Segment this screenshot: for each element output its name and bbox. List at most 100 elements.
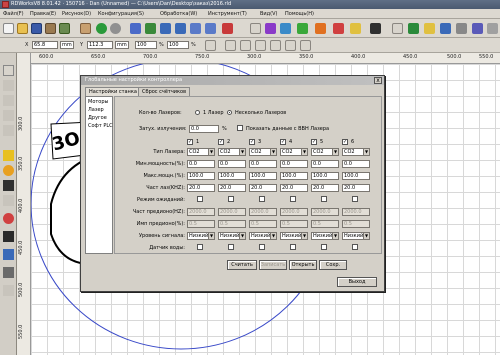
- align-top-icon[interactable]: [270, 40, 281, 51]
- standby-checkbox[interactable]: [228, 196, 234, 202]
- array-icon[interactable]: [456, 23, 467, 34]
- single-laser-radio[interactable]: [195, 110, 200, 115]
- nav-item-soft-plc[interactable]: Софт PLC: [88, 123, 113, 129]
- save-icon[interactable]: [31, 23, 42, 34]
- laser-freq-input[interactable]: 20.0: [187, 184, 215, 192]
- open-button[interactable]: Открыть: [289, 260, 317, 270]
- max-power-input[interactable]: 100.0: [342, 172, 370, 180]
- new-file-icon[interactable]: [3, 23, 14, 34]
- rectangle-icon[interactable]: [3, 150, 14, 161]
- menu-edit[interactable]: Правка(E): [30, 11, 56, 17]
- water-sensor-checkbox[interactable]: [290, 244, 296, 250]
- redo-icon[interactable]: [110, 23, 121, 34]
- signal-level-select[interactable]: Низкий ▼: [280, 232, 308, 240]
- mirror-icon[interactable]: [3, 249, 14, 260]
- save-button[interactable]: Сохр.: [319, 260, 347, 270]
- multi-laser-radio[interactable]: [227, 110, 232, 115]
- menu-draw[interactable]: Рисунок(D): [62, 11, 91, 17]
- water-sensor-checkbox[interactable]: [259, 244, 265, 250]
- dialog-close-button[interactable]: x: [374, 77, 382, 84]
- standby-checkbox[interactable]: [352, 196, 358, 202]
- weld-icon[interactable]: [424, 23, 435, 34]
- zoom-fit-icon[interactable]: [190, 23, 201, 34]
- menu-help[interactable]: Помощь(H): [285, 11, 314, 17]
- machine-icon[interactable]: [408, 23, 419, 34]
- undo-icon[interactable]: [96, 23, 107, 34]
- menu-config[interactable]: Конфигурация(S): [98, 11, 144, 17]
- laser-6-checkbox[interactable]: ✓: [342, 139, 348, 145]
- align-right-icon[interactable]: [255, 40, 266, 51]
- laser-freq-input[interactable]: 20.0: [311, 184, 339, 192]
- flash-icon[interactable]: [350, 23, 361, 34]
- pointer-icon[interactable]: [3, 65, 14, 76]
- min-power-input[interactable]: 0.0: [218, 160, 246, 168]
- sim-icon[interactable]: [280, 23, 291, 34]
- scale-x-input[interactable]: 100: [135, 41, 157, 49]
- menu-view[interactable]: Вид(V): [260, 11, 277, 17]
- stop-icon[interactable]: [222, 23, 233, 34]
- menu-process[interactable]: Обработка(W): [160, 11, 197, 17]
- laser-type-select[interactable]: CO2 ▼: [280, 148, 308, 156]
- delete-icon[interactable]: [3, 231, 14, 242]
- align-center-icon[interactable]: [240, 40, 251, 51]
- export-icon[interactable]: [59, 23, 70, 34]
- nav-item-other[interactable]: Другое: [88, 115, 107, 121]
- zoom-in-icon[interactable]: [160, 23, 171, 34]
- array-tool-icon[interactable]: [3, 285, 14, 296]
- tab-machine-settings[interactable]: Настройки станка: [85, 87, 141, 96]
- laser-2-checkbox[interactable]: ✓: [218, 139, 224, 145]
- frame-icon[interactable]: [250, 23, 261, 34]
- align-bottom-icon[interactable]: [285, 40, 296, 51]
- max-power-input[interactable]: 100.0: [249, 172, 277, 180]
- power-icon[interactable]: [333, 23, 344, 34]
- line-icon[interactable]: [3, 95, 14, 106]
- curve-icon[interactable]: [3, 125, 14, 136]
- laser-type-select[interactable]: CO2 ▼: [218, 148, 246, 156]
- laser-freq-input[interactable]: 20.0: [280, 184, 308, 192]
- scale-y-input[interactable]: 100: [167, 41, 189, 49]
- menu-file[interactable]: Файл(F): [3, 11, 24, 17]
- open-folder-icon[interactable]: [17, 23, 28, 34]
- water-sensor-checkbox[interactable]: [228, 244, 234, 250]
- grid-icon[interactable]: [392, 23, 403, 34]
- min-power-input[interactable]: 0.0: [187, 160, 215, 168]
- min-power-input[interactable]: 0.0: [342, 160, 370, 168]
- align-icon[interactable]: [472, 23, 483, 34]
- polyline-icon[interactable]: [3, 110, 14, 121]
- import-icon[interactable]: [45, 23, 56, 34]
- camera-icon[interactable]: [370, 23, 381, 34]
- laser-1-checkbox[interactable]: ✓: [187, 139, 193, 145]
- bitmap-icon[interactable]: [3, 213, 14, 224]
- min-power-input[interactable]: 0.0: [311, 160, 339, 168]
- min-power-input[interactable]: 0.0: [280, 160, 308, 168]
- laser-freq-input[interactable]: 20.0: [249, 184, 277, 192]
- x-input[interactable]: 65.8: [32, 41, 58, 49]
- zoom-page-icon[interactable]: [205, 23, 216, 34]
- laser-3-checkbox[interactable]: ✓: [249, 139, 255, 145]
- standby-checkbox[interactable]: [197, 196, 203, 202]
- nav-item-motors[interactable]: Моторы: [88, 99, 108, 105]
- rotate-icon[interactable]: [3, 267, 14, 278]
- menu-tools[interactable]: Инструмент(T): [208, 11, 247, 17]
- lock-ratio-icon[interactable]: [205, 40, 216, 51]
- laser-type-select[interactable]: CO2 ▼: [249, 148, 277, 156]
- y-input[interactable]: 112.3: [87, 41, 113, 49]
- max-power-input[interactable]: 100.0: [311, 172, 339, 180]
- max-power-input[interactable]: 100.0: [187, 172, 215, 180]
- pan-icon[interactable]: [145, 23, 156, 34]
- offset-icon[interactable]: [440, 23, 451, 34]
- ellipse-icon[interactable]: [3, 165, 14, 176]
- laser-freq-input[interactable]: 20.0: [218, 184, 246, 192]
- dot-icon[interactable]: [3, 195, 14, 206]
- settings-icon[interactable]: [80, 23, 91, 34]
- signal-level-select[interactable]: Низкий ▼: [249, 232, 277, 240]
- laser-icon[interactable]: [315, 23, 326, 34]
- standby-checkbox[interactable]: [290, 196, 296, 202]
- signal-level-select[interactable]: Низкий ▼: [311, 232, 339, 240]
- distribute-icon[interactable]: [300, 40, 311, 51]
- align-left-icon[interactable]: [225, 40, 236, 51]
- laser-type-select[interactable]: CO2 ▼: [187, 148, 215, 156]
- water-sensor-checkbox[interactable]: [321, 244, 327, 250]
- water-sensor-checkbox[interactable]: [197, 244, 203, 250]
- show-data-checkbox[interactable]: [237, 125, 243, 131]
